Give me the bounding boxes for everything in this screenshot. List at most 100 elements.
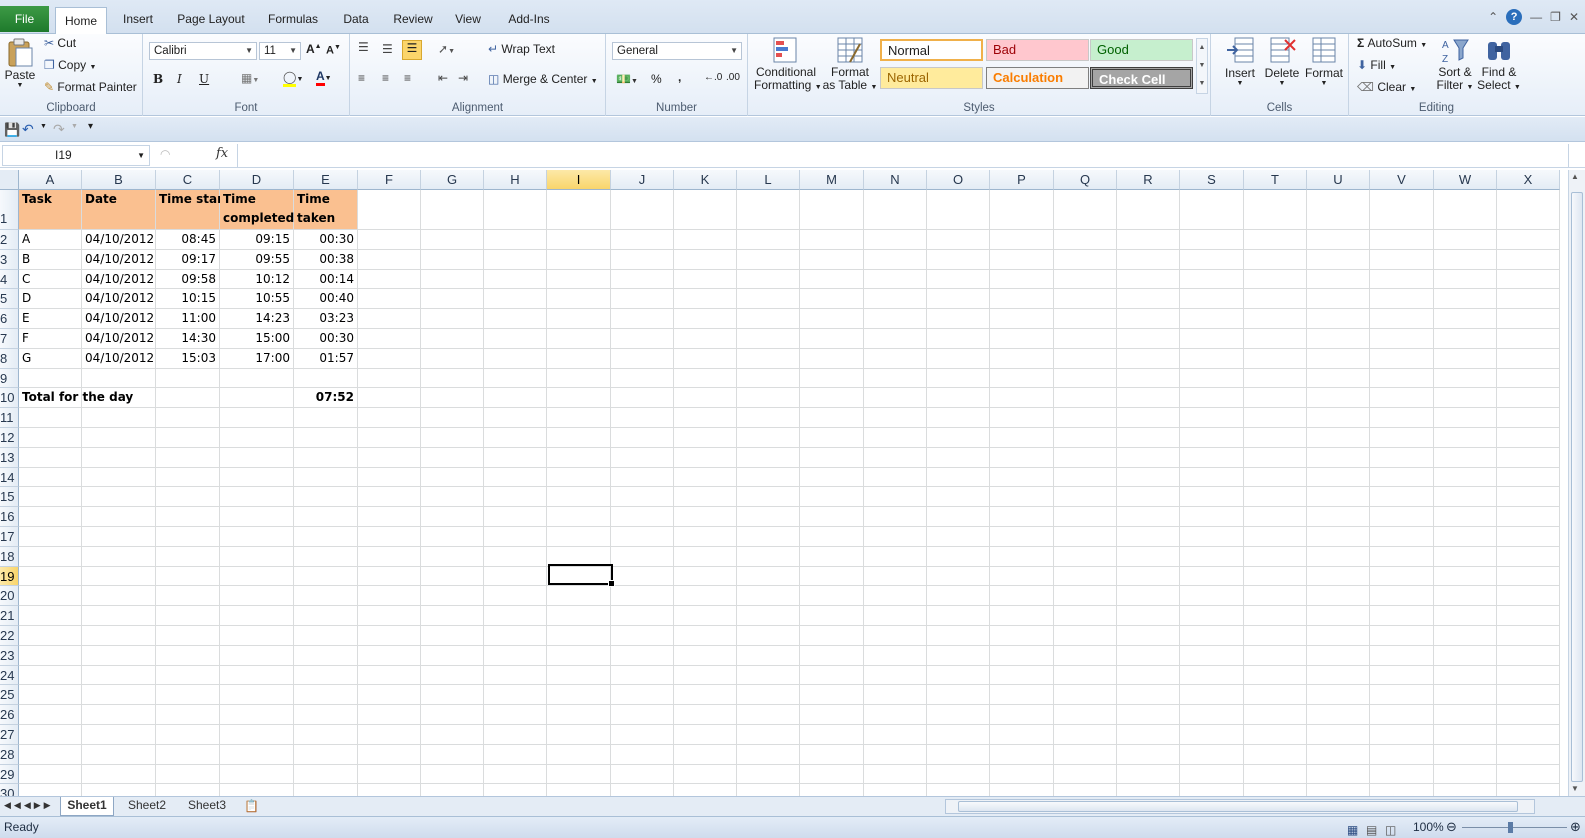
find-select-button[interactable]: Find & Select ▼ xyxy=(1477,36,1521,94)
cell[interactable] xyxy=(547,626,611,646)
cell[interactable] xyxy=(737,428,800,448)
cell[interactable] xyxy=(294,725,358,745)
cell[interactable] xyxy=(358,665,421,686)
cell[interactable] xyxy=(1370,190,1434,230)
cell-a8[interactable]: G xyxy=(19,348,82,369)
cell[interactable] xyxy=(800,487,864,508)
cell[interactable] xyxy=(674,368,737,389)
cell[interactable] xyxy=(1117,428,1180,448)
cell[interactable] xyxy=(1054,685,1117,706)
cell[interactable] xyxy=(1434,269,1497,290)
cell-d7[interactable]: 15:00 xyxy=(220,329,294,349)
cell[interactable] xyxy=(220,566,294,587)
cell[interactable] xyxy=(421,447,484,468)
hscroll-thumb[interactable] xyxy=(958,801,1518,812)
cell[interactable] xyxy=(800,546,864,567)
orientation-button[interactable]: ➚▼ xyxy=(438,42,455,56)
cell[interactable] xyxy=(1244,269,1307,290)
cell[interactable] xyxy=(864,784,927,796)
cell[interactable] xyxy=(156,388,220,409)
cell[interactable] xyxy=(1180,230,1244,250)
insert-sheet-icon[interactable]: 📋 xyxy=(244,799,259,813)
cell[interactable] xyxy=(674,626,737,646)
cell[interactable] xyxy=(358,645,421,666)
cell[interactable] xyxy=(1117,546,1180,567)
cell[interactable] xyxy=(1434,230,1497,250)
tab-review[interactable]: Review xyxy=(388,6,438,34)
cell[interactable] xyxy=(82,447,156,468)
cell[interactable] xyxy=(611,289,674,310)
cell[interactable] xyxy=(1307,467,1370,488)
cell[interactable] xyxy=(1497,507,1560,527)
cell[interactable] xyxy=(1180,725,1244,745)
cell[interactable] xyxy=(737,507,800,527)
cell[interactable] xyxy=(1497,566,1560,587)
cell-d4[interactable]: 10:12 xyxy=(220,269,294,290)
cell[interactable] xyxy=(1117,645,1180,666)
cell[interactable] xyxy=(1117,249,1180,270)
row-header-10[interactable]: 10 xyxy=(0,388,19,409)
cell[interactable] xyxy=(1497,467,1560,488)
cell[interactable] xyxy=(220,527,294,547)
cell[interactable] xyxy=(737,566,800,587)
cell[interactable] xyxy=(547,507,611,527)
cell-c6[interactable]: 11:00 xyxy=(156,309,220,329)
cell[interactable] xyxy=(1244,645,1307,666)
cell-d6[interactable]: 14:23 xyxy=(220,309,294,329)
cell[interactable] xyxy=(156,665,220,686)
cell[interactable] xyxy=(421,507,484,527)
cell[interactable] xyxy=(737,348,800,369)
align-left-button[interactable]: ≡ xyxy=(358,71,365,85)
cell[interactable] xyxy=(990,725,1054,745)
cell[interactable] xyxy=(990,784,1054,796)
cell[interactable] xyxy=(674,348,737,369)
cell[interactable] xyxy=(674,309,737,329)
format-as-table-button[interactable]: Format as Table ▼ xyxy=(822,36,878,94)
row-header-3[interactable]: 3 xyxy=(0,249,19,270)
cell[interactable] xyxy=(421,744,484,765)
cell[interactable] xyxy=(990,329,1054,349)
cell[interactable] xyxy=(927,645,990,666)
autosum-button[interactable]: Σ AutoSum ▼ xyxy=(1357,36,1427,50)
cell[interactable] xyxy=(927,764,990,785)
cell[interactable] xyxy=(1180,566,1244,587)
restore-icon[interactable]: ❐ xyxy=(1550,10,1561,24)
grow-font-button[interactable]: A▲ xyxy=(306,42,322,56)
cell[interactable] xyxy=(927,329,990,349)
cell[interactable] xyxy=(358,249,421,270)
cell[interactable] xyxy=(1370,586,1434,607)
merge-center-button[interactable]: ◫ Merge & Center ▼ xyxy=(488,72,598,86)
cell[interactable] xyxy=(294,586,358,607)
cell[interactable] xyxy=(674,566,737,587)
cell[interactable] xyxy=(737,329,800,349)
column-header-w[interactable]: W xyxy=(1434,170,1497,190)
cell-e10[interactable]: 07:52 xyxy=(294,388,358,409)
cell[interactable] xyxy=(1370,467,1434,488)
shrink-font-button[interactable]: A▼ xyxy=(326,44,341,57)
cell[interactable] xyxy=(1497,368,1560,389)
cell[interactable] xyxy=(1370,744,1434,765)
cell[interactable] xyxy=(1434,725,1497,745)
row-header-11[interactable]: 11 xyxy=(0,408,19,428)
cell[interactable] xyxy=(1434,645,1497,666)
cell[interactable] xyxy=(421,289,484,310)
cell[interactable] xyxy=(1497,744,1560,765)
cell[interactable] xyxy=(358,626,421,646)
cell[interactable] xyxy=(674,507,737,527)
cell[interactable] xyxy=(1244,249,1307,270)
column-header-t[interactable]: T xyxy=(1244,170,1307,190)
cell[interactable] xyxy=(1370,566,1434,587)
cell[interactable] xyxy=(156,725,220,745)
cell[interactable] xyxy=(737,744,800,765)
cell[interactable] xyxy=(927,665,990,686)
cell[interactable] xyxy=(864,190,927,230)
cell[interactable] xyxy=(156,685,220,706)
column-header-v[interactable]: V xyxy=(1370,170,1434,190)
cell[interactable] xyxy=(1434,626,1497,646)
cell[interactable] xyxy=(421,527,484,547)
cell[interactable] xyxy=(1307,626,1370,646)
cell[interactable] xyxy=(1434,190,1497,230)
cell[interactable] xyxy=(1497,428,1560,448)
cell[interactable] xyxy=(547,606,611,626)
cell[interactable] xyxy=(294,546,358,567)
